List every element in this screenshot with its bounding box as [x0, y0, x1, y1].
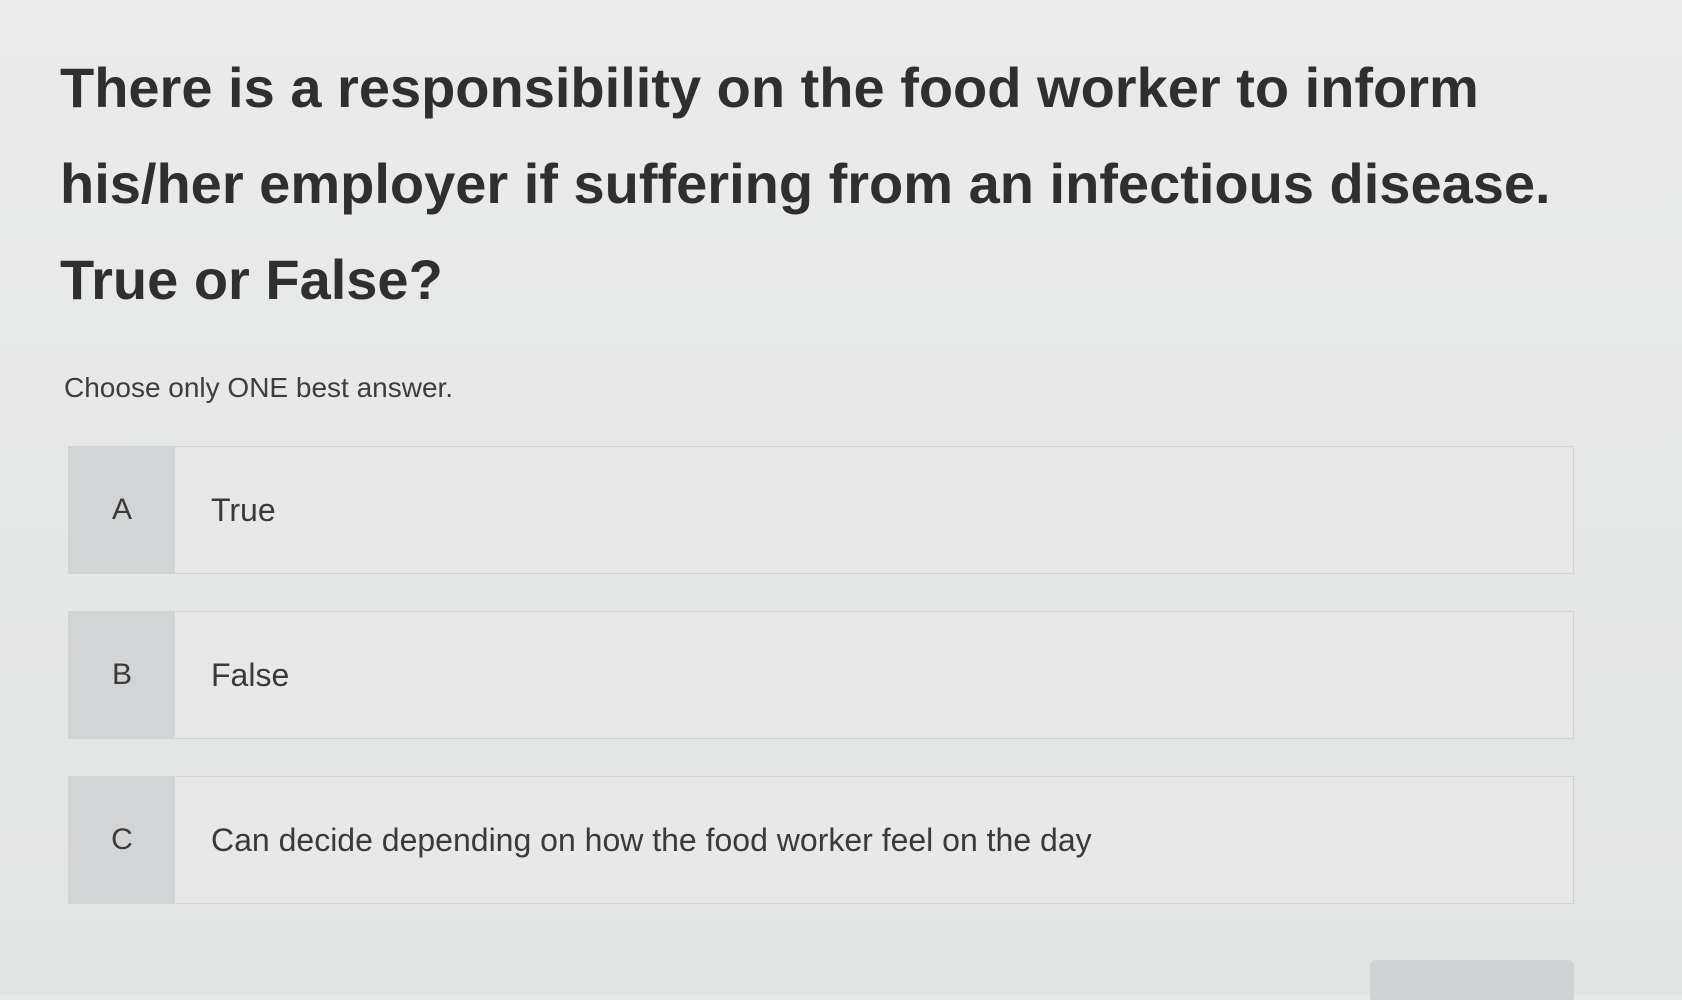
answer-instruction: Choose only ONE best answer.	[64, 372, 454, 403]
option-letter: C	[69, 777, 175, 903]
submit-button[interactable]	[1370, 960, 1574, 1000]
answer-option-c[interactable]: C Can decide depending on how the food w…	[68, 776, 1574, 904]
question-text: There is a responsibility on the food wo…	[60, 56, 1551, 311]
quiz-page: There is a responsibility on the food wo…	[0, 0, 1682, 1000]
answer-option-a[interactable]: A True	[68, 446, 1574, 574]
answer-option-b[interactable]: B False	[68, 611, 1574, 739]
option-label: False	[211, 656, 290, 693]
option-letter: B	[69, 612, 175, 738]
option-label: Can decide depending on how the food wor…	[211, 821, 1092, 858]
option-label: True	[211, 491, 276, 528]
option-letter: A	[69, 447, 175, 573]
